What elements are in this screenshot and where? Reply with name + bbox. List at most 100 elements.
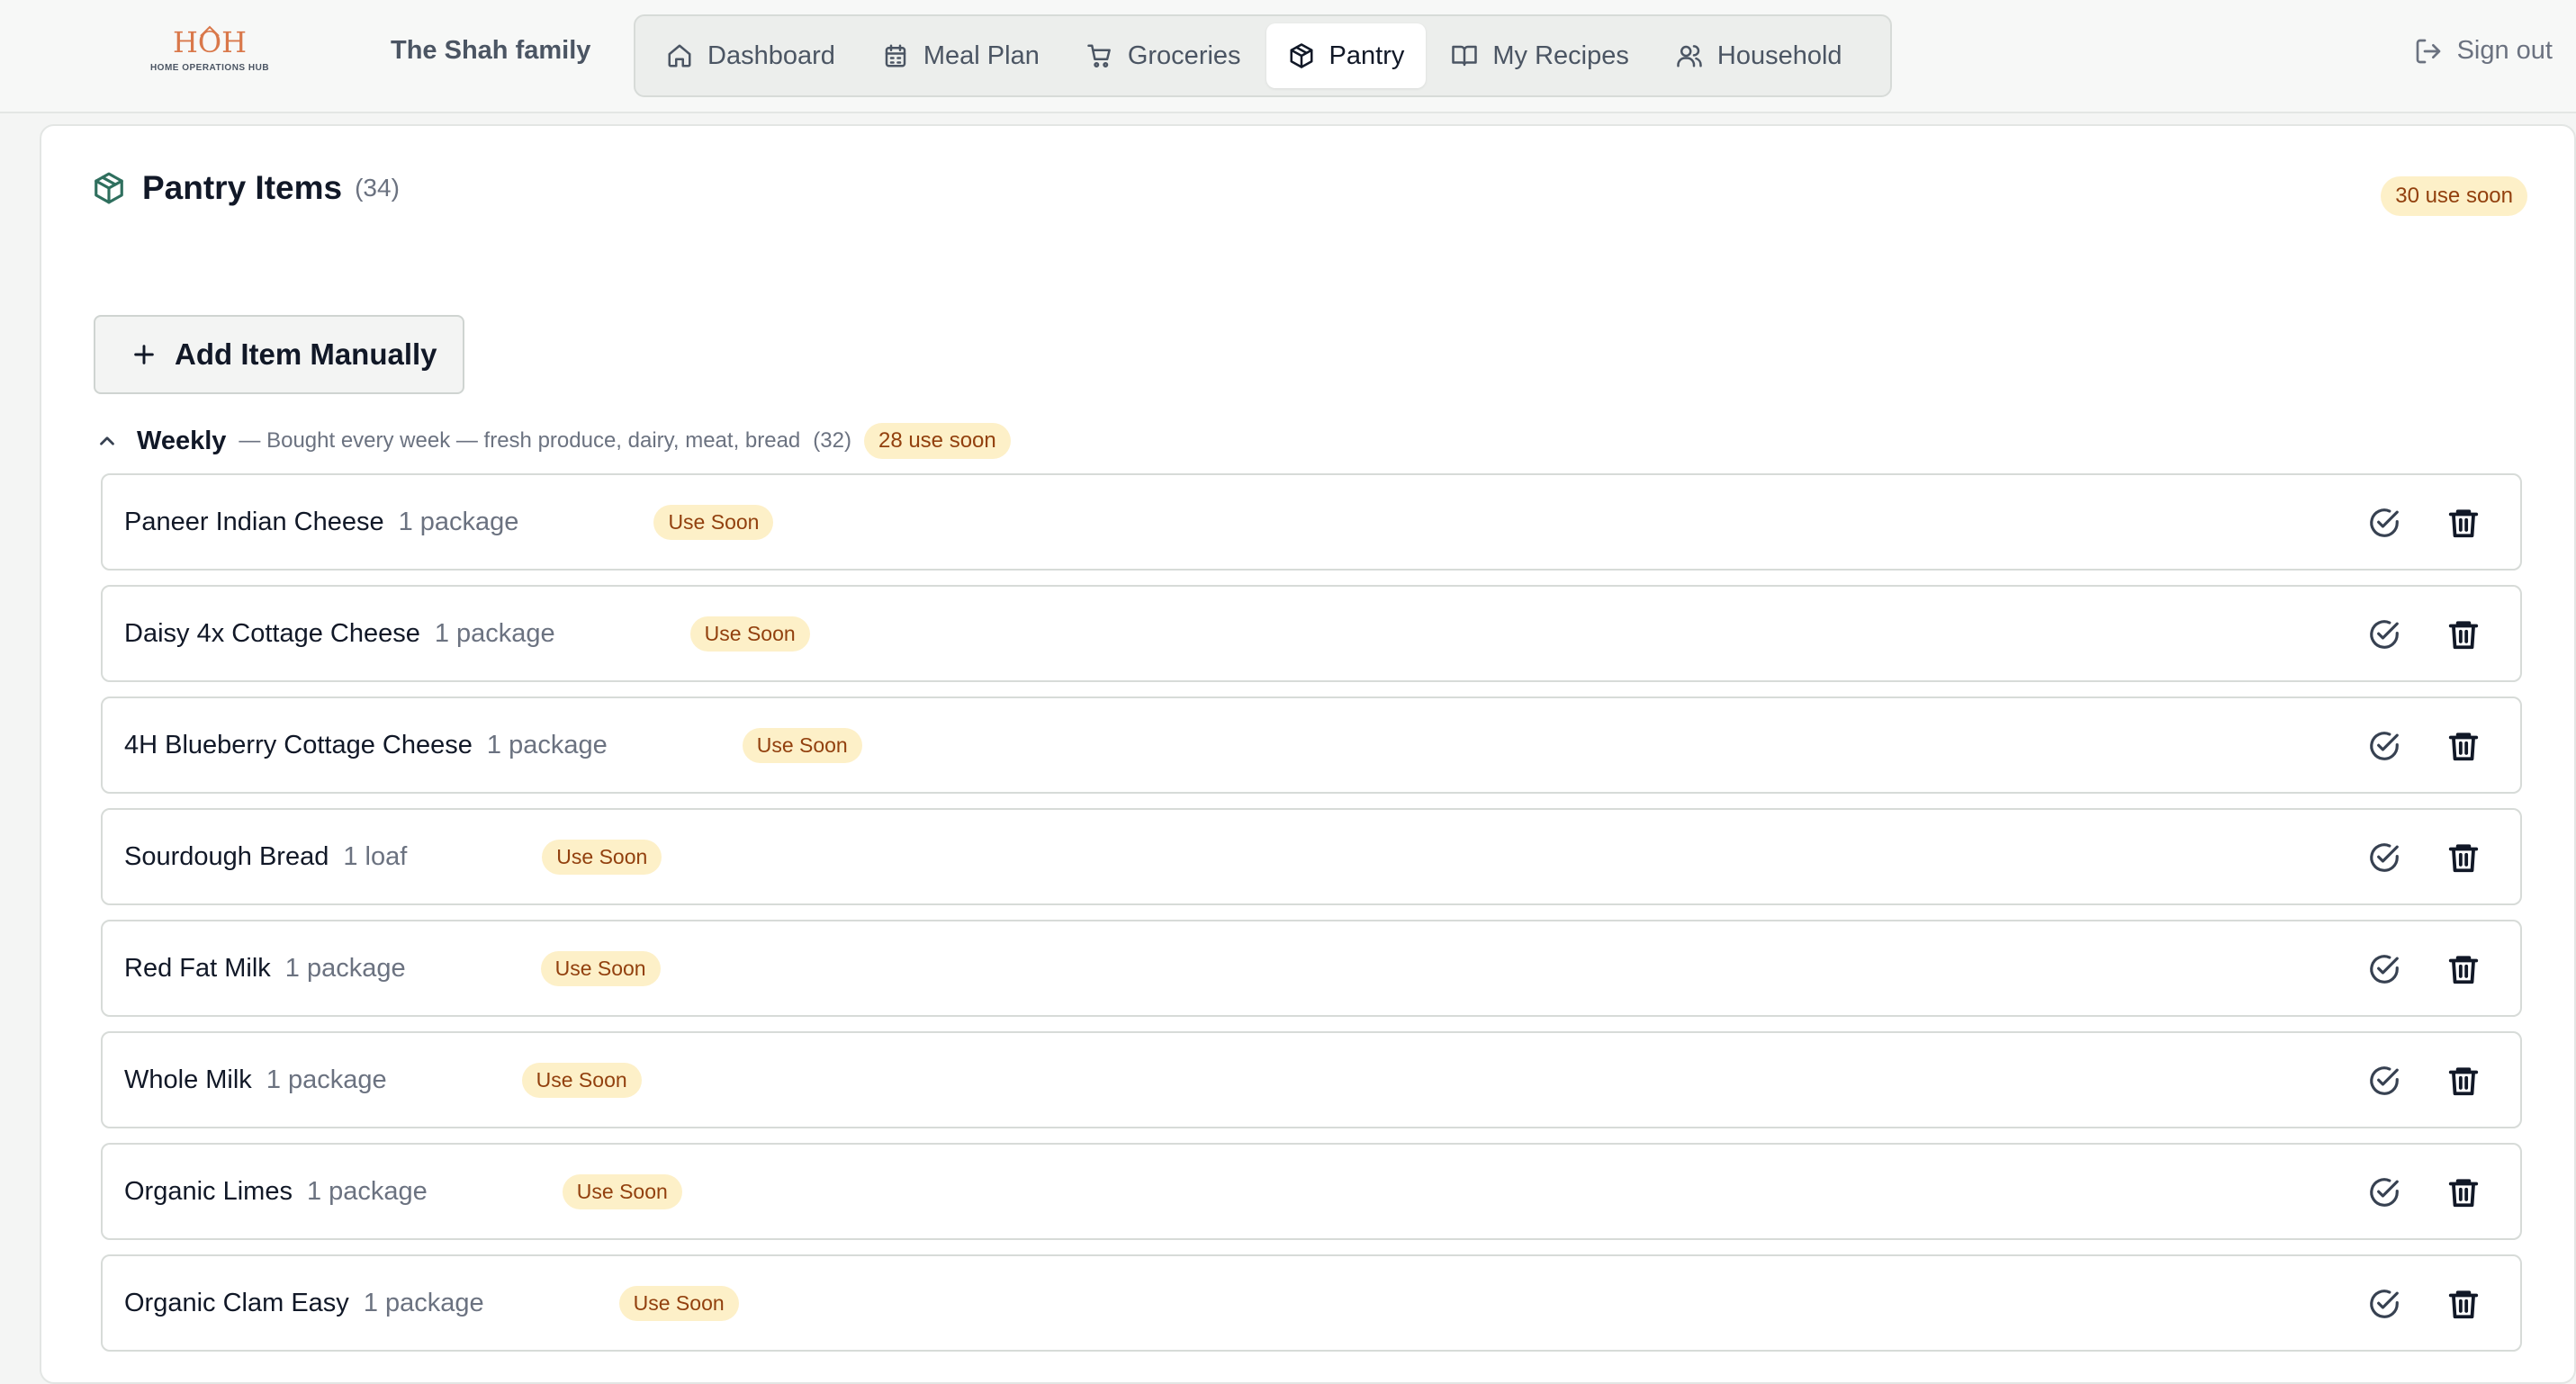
mark-used-button[interactable] (2367, 952, 2401, 986)
use-soon-badge: Use Soon (542, 839, 662, 875)
delete-button[interactable] (2446, 840, 2481, 875)
group-count: (32) (813, 428, 851, 453)
group-header-weekly[interactable]: Weekly — Bought every week — fresh produ… (95, 423, 1011, 459)
use-soon-badge: Use Soon (540, 950, 661, 986)
tab-label: Groceries (1127, 40, 1241, 70)
tab-label: Dashboard (707, 40, 835, 70)
item-quantity: 1 package (284, 953, 406, 983)
pantry-item-list: Paneer Indian Cheese 1 package Use Soon … (101, 473, 2522, 1366)
mark-used-button[interactable] (2367, 1287, 2401, 1321)
delete-button[interactable] (2446, 952, 2481, 986)
item-quantity: 1 package (434, 618, 555, 648)
chevron-up-icon[interactable] (95, 429, 119, 453)
delete-button[interactable] (2446, 1287, 2481, 1321)
logout-icon (2416, 39, 2440, 63)
plus-icon (134, 345, 154, 364)
mark-used-button[interactable] (2367, 1175, 2401, 1209)
top-bar: HOH HOME OPERATIONS HUB The Shah family … (0, 0, 2576, 113)
use-soon-badge: Use Soon (689, 616, 810, 652)
check-circle-icon (2370, 1178, 2399, 1207)
trash-icon (2448, 732, 2479, 761)
check-circle-icon (2370, 1066, 2399, 1095)
item-name: Red Fat Milk (124, 953, 271, 983)
item-name: Sourdough Bread (124, 841, 329, 871)
add-item-label: Add Item Manually (175, 337, 437, 371)
tab-my-recipes[interactable]: My Recipes (1429, 23, 1651, 88)
tab-dashboard[interactable]: Dashboard (644, 23, 857, 88)
mark-used-button[interactable] (2367, 617, 2401, 652)
check-circle-icon (2370, 843, 2399, 872)
cart-icon (1087, 44, 1111, 68)
item-name: Organic Limes (124, 1176, 293, 1206)
home-icon (668, 44, 691, 67)
group-use-soon-badge: 28 use soon (863, 423, 1011, 459)
list-item[interactable]: Daisy 4x Cottage Cheese 1 package Use So… (101, 585, 2522, 682)
item-quantity: 1 loaf (343, 841, 408, 871)
item-quantity: 1 package (486, 730, 608, 759)
page-title: Pantry Items (142, 169, 343, 206)
trash-icon (2448, 1290, 2479, 1319)
group-description: — Bought every week — fresh produce, dai… (239, 428, 801, 453)
svg-text:HOH: HOH (174, 25, 246, 59)
check-circle-icon (2370, 1290, 2399, 1318)
tab-pantry[interactable]: Pantry (1265, 23, 1427, 88)
delete-button[interactable] (2446, 1064, 2481, 1098)
app-logo[interactable]: HOH HOME OPERATIONS HUB (135, 22, 284, 85)
tab-label: Household (1716, 40, 1842, 70)
delete-button[interactable] (2446, 729, 2481, 763)
list-item[interactable]: Organic Limes 1 package Use Soon (101, 1143, 2522, 1240)
book-icon (1452, 45, 1478, 67)
hoh-logo-icon: HOH (174, 25, 246, 59)
tab-label: My Recipes (1492, 40, 1629, 70)
list-item[interactable]: Whole Milk 1 package Use Soon (101, 1031, 2522, 1128)
trash-icon (2448, 956, 2479, 984)
list-item[interactable]: Organic Clam Easy 1 package Use Soon (101, 1254, 2522, 1352)
list-item[interactable]: Sourdough Bread 1 loaf Use Soon (101, 808, 2522, 905)
item-name: Organic Clam Easy (124, 1288, 349, 1317)
delete-button[interactable] (2446, 1175, 2481, 1209)
use-soon-badge: Use Soon (742, 727, 862, 763)
use-soon-badge: Use Soon (618, 1285, 739, 1321)
mark-used-button[interactable] (2367, 1064, 2401, 1098)
sign-out-button[interactable]: Sign out (2414, 36, 2553, 66)
trash-icon (2448, 844, 2479, 873)
household-name: The Shah family (391, 36, 591, 65)
mark-used-button[interactable] (2367, 729, 2401, 763)
box-icon (95, 172, 123, 204)
add-item-manually-button[interactable]: Add Item Manually (94, 315, 464, 394)
list-item[interactable]: 4H Blueberry Cottage Cheese 1 package Us… (101, 696, 2522, 794)
pantry-count: (34) (355, 174, 400, 202)
item-quantity: 1 package (398, 507, 519, 536)
item-name: Daisy 4x Cottage Cheese (124, 618, 420, 648)
delete-button[interactable] (2446, 506, 2481, 540)
tab-label: Pantry (1329, 40, 1405, 70)
check-circle-icon (2370, 508, 2399, 537)
logo-subtitle: HOME OPERATIONS HUB (149, 63, 270, 73)
tab-meal-plan[interactable]: Meal Plan (860, 23, 1061, 88)
use-soon-badge: Use Soon (521, 1062, 642, 1098)
use-soon-badge: Use Soon (653, 504, 774, 540)
trash-icon (2448, 1179, 2479, 1208)
list-item[interactable]: Paneer Indian Cheese 1 package Use Soon (101, 473, 2522, 571)
item-quantity: 1 package (363, 1288, 484, 1317)
mark-used-button[interactable] (2367, 840, 2401, 875)
tab-groceries[interactable]: Groceries (1065, 23, 1263, 88)
item-name: 4H Blueberry Cottage Cheese (124, 730, 473, 759)
main-nav: Dashboard Meal Plan Groceries Pantry My … (634, 14, 1892, 97)
check-circle-icon (2370, 732, 2399, 760)
item-name: Whole Milk (124, 1065, 252, 1094)
check-circle-icon (2370, 955, 2399, 984)
check-circle-icon (2370, 620, 2399, 649)
users-icon (1677, 45, 1702, 67)
pantry-title-row: Pantry Items (34) (92, 169, 400, 207)
box-icon (1290, 43, 1313, 68)
tab-household[interactable]: Household (1654, 23, 1864, 88)
group-name: Weekly (137, 426, 227, 455)
pantry-card: Pantry Items (34) 30 use soon Add Item M… (40, 124, 2576, 1384)
trash-icon (2448, 621, 2479, 650)
mark-used-button[interactable] (2367, 506, 2401, 540)
list-item[interactable]: Red Fat Milk 1 package Use Soon (101, 920, 2522, 1017)
use-soon-badge: Use Soon (562, 1173, 682, 1209)
trash-icon (2448, 509, 2479, 538)
delete-button[interactable] (2446, 617, 2481, 652)
